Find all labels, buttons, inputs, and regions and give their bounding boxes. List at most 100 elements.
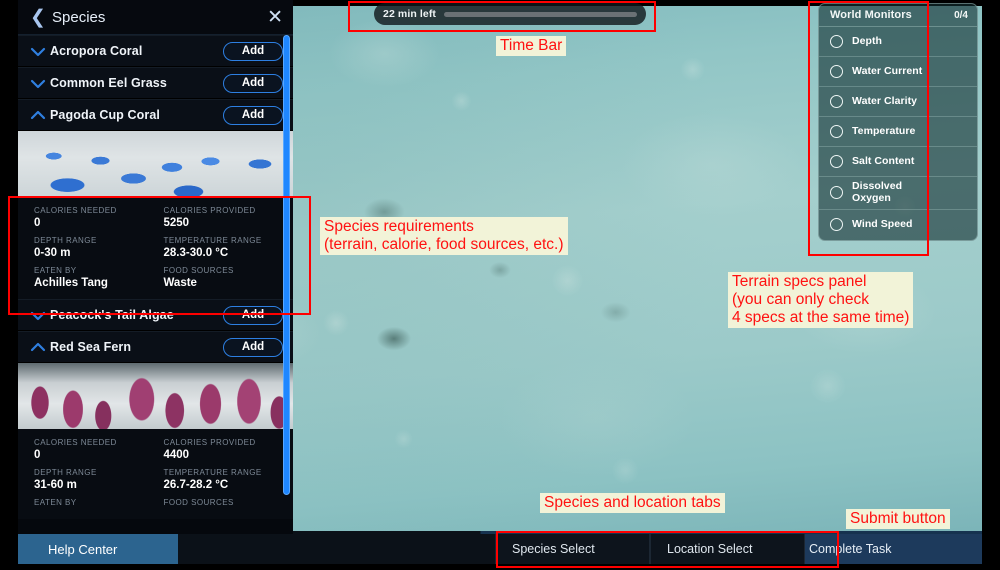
species-stat: CALORIES PROVIDED 5250 — [156, 206, 294, 229]
species-name: Peacock's Tail Algae — [50, 308, 174, 322]
species-stat-value: 28.3-30.0 °C — [163, 247, 229, 259]
time-progress-track — [444, 11, 637, 17]
world-monitors-title: World Monitors — [830, 9, 912, 21]
monitor-row[interactable]: Dissolved Oxygen — [819, 177, 977, 210]
species-panel-header: ❮ Species ✕ — [18, 0, 293, 35]
tab-species-select[interactable]: Species Select — [495, 534, 650, 564]
monitor-row[interactable]: Depth — [819, 27, 977, 57]
monitor-label: Salt Content — [852, 154, 915, 167]
species-stat-value: 0-30 m — [34, 247, 71, 259]
species-stat-key: CALORIES PROVIDED — [163, 438, 256, 447]
species-stat: DEPTH RANGE 0-30 m — [18, 236, 156, 259]
annotation-label-terrain-specs: Terrain specs panel (you can only check … — [728, 272, 914, 328]
monitor-row[interactable]: Water Clarity — [819, 87, 977, 117]
species-name: Acropora Coral — [50, 44, 143, 58]
species-stat-key: CALORIES NEEDED — [34, 206, 117, 215]
add-species-button[interactable]: Add — [223, 73, 283, 93]
bottom-bar-spacer — [178, 534, 495, 564]
monitor-label: Water Clarity — [852, 94, 918, 107]
species-stat-value: 26.7-28.2 °C — [163, 479, 229, 491]
world-monitors-panel[interactable]: World Monitors 0/4 Depth Water Current Wat… — [818, 3, 978, 241]
sidebar-scrollbar-thumb[interactable] — [283, 35, 290, 495]
species-stats: CALORIES NEEDED 0 CALORIES PROVIDED 5250 DEP… — [18, 197, 293, 299]
monitor-label: Temperature — [852, 124, 916, 137]
species-row[interactable]: Common Eel Grass Add — [18, 67, 293, 99]
monitor-label: Water Current — [852, 64, 923, 77]
species-stat-value: Achilles Tang — [34, 277, 108, 289]
species-stat-value: 5250 — [163, 217, 190, 229]
species-panel[interactable]: ❮ Species ✕ Acropora Coral Add Common Eel … — [18, 0, 293, 534]
species-stat-key: TEMPERATURE RANGE — [163, 236, 262, 245]
monitor-row[interactable]: Temperature — [819, 117, 977, 147]
monitor-checkbox[interactable] — [830, 218, 843, 231]
species-stat-key: EATEN BY — [34, 266, 77, 275]
species-row[interactable]: Pagoda Cup Coral Add — [18, 99, 293, 131]
species-name: Red Sea Fern — [50, 340, 132, 354]
world-monitors-list[interactable]: Depth Water Current Water Clarity Temperatu… — [819, 27, 977, 240]
annotation-label-time-bar: Time Bar — [496, 36, 567, 56]
annotation-label-submit-button: Submit button — [846, 509, 950, 529]
add-species-button[interactable]: Add — [223, 305, 283, 325]
annotation-label-tabs: Species and location tabs — [540, 493, 725, 513]
add-species-button[interactable]: Add — [223, 41, 283, 61]
monitor-checkbox[interactable] — [830, 35, 843, 48]
time-remaining-label: 22 min left — [383, 8, 437, 20]
species-stat: TEMPERATURE RANGE 28.3-30.0 °C — [156, 236, 294, 259]
chevron-up-icon[interactable] — [30, 341, 50, 354]
sidebar-scrollbar[interactable] — [283, 35, 290, 495]
species-stat: CALORIES PROVIDED 4400 — [156, 438, 294, 461]
species-stat-key: EATEN BY — [34, 498, 77, 507]
species-stat-key: DEPTH RANGE — [34, 236, 97, 245]
species-stat-key: CALORIES NEEDED — [34, 438, 117, 447]
species-stat-value: Waste — [163, 277, 197, 289]
monitor-checkbox[interactable] — [830, 125, 843, 138]
species-row[interactable]: Red Sea Fern Add — [18, 331, 293, 363]
species-row[interactable]: Peacock's Tail Algae Add — [18, 299, 293, 331]
species-stat-key: DEPTH RANGE — [34, 468, 97, 477]
close-icon[interactable]: ✕ — [267, 8, 283, 27]
species-stat: EATEN BY Achilles Tang — [18, 266, 156, 289]
species-row[interactable]: Acropora Coral Add — [18, 35, 293, 67]
world-monitors-header: World Monitors 0/4 — [819, 4, 977, 27]
monitor-row[interactable]: Salt Content — [819, 147, 977, 177]
species-stat: FOOD SOURCES Waste — [156, 266, 294, 289]
pagoda-cup-coral-photo — [18, 131, 293, 197]
monitor-checkbox[interactable] — [830, 65, 843, 78]
monitor-checkbox[interactable] — [830, 95, 843, 108]
panel-title: Species — [52, 8, 106, 26]
species-stat-key: CALORIES PROVIDED — [163, 206, 256, 215]
species-stat: CALORIES NEEDED 0 — [18, 206, 156, 229]
species-name: Pagoda Cup Coral — [50, 108, 160, 122]
species-stat: EATEN BY — [18, 498, 156, 509]
help-center-button[interactable]: Help Center — [18, 534, 178, 564]
chevron-down-icon[interactable] — [30, 77, 50, 90]
annotation-label-species-requirements: Species requirements (terrain, calorie, … — [320, 217, 568, 255]
species-stat: CALORIES NEEDED 0 — [18, 438, 156, 461]
tab-location-select[interactable]: Location Select — [650, 534, 805, 564]
species-stat-value: 0 — [34, 449, 41, 461]
monitor-label: Dissolved Oxygen — [852, 180, 903, 204]
world-monitors-count: 0/4 — [954, 9, 968, 21]
species-detail: CALORIES NEEDED 0 CALORIES PROVIDED 4400 DEP… — [18, 363, 293, 519]
species-detail: CALORIES NEEDED 0 CALORIES PROVIDED 5250 DEP… — [18, 131, 293, 299]
species-stat-key: TEMPERATURE RANGE — [163, 468, 262, 477]
chevron-down-icon[interactable] — [30, 309, 50, 322]
chevron-down-icon[interactable] — [30, 45, 50, 58]
species-stat-value: 31-60 m — [34, 479, 77, 491]
chevron-up-icon[interactable] — [30, 109, 50, 122]
time-bar: 22 min left — [374, 3, 646, 25]
complete-task-button[interactable]: Complete Task — [805, 534, 982, 564]
add-species-button[interactable]: Add — [223, 337, 283, 357]
monitor-row[interactable]: Wind Speed — [819, 210, 977, 240]
species-name: Common Eel Grass — [50, 76, 167, 90]
monitor-checkbox[interactable] — [830, 186, 843, 200]
species-list[interactable]: Acropora Coral Add Common Eel Grass Add Pago… — [18, 35, 293, 534]
species-stat-key: FOOD SOURCES — [163, 498, 234, 507]
monitor-row[interactable]: Water Current — [819, 57, 977, 87]
chevron-left-icon[interactable]: ❮ — [30, 8, 48, 27]
monitor-checkbox[interactable] — [830, 155, 843, 168]
add-species-button[interactable]: Add — [223, 105, 283, 125]
monitor-label: Wind Speed — [852, 217, 913, 230]
species-stat: FOOD SOURCES — [156, 498, 294, 509]
species-stats: CALORIES NEEDED 0 CALORIES PROVIDED 4400 DEP… — [18, 429, 293, 519]
